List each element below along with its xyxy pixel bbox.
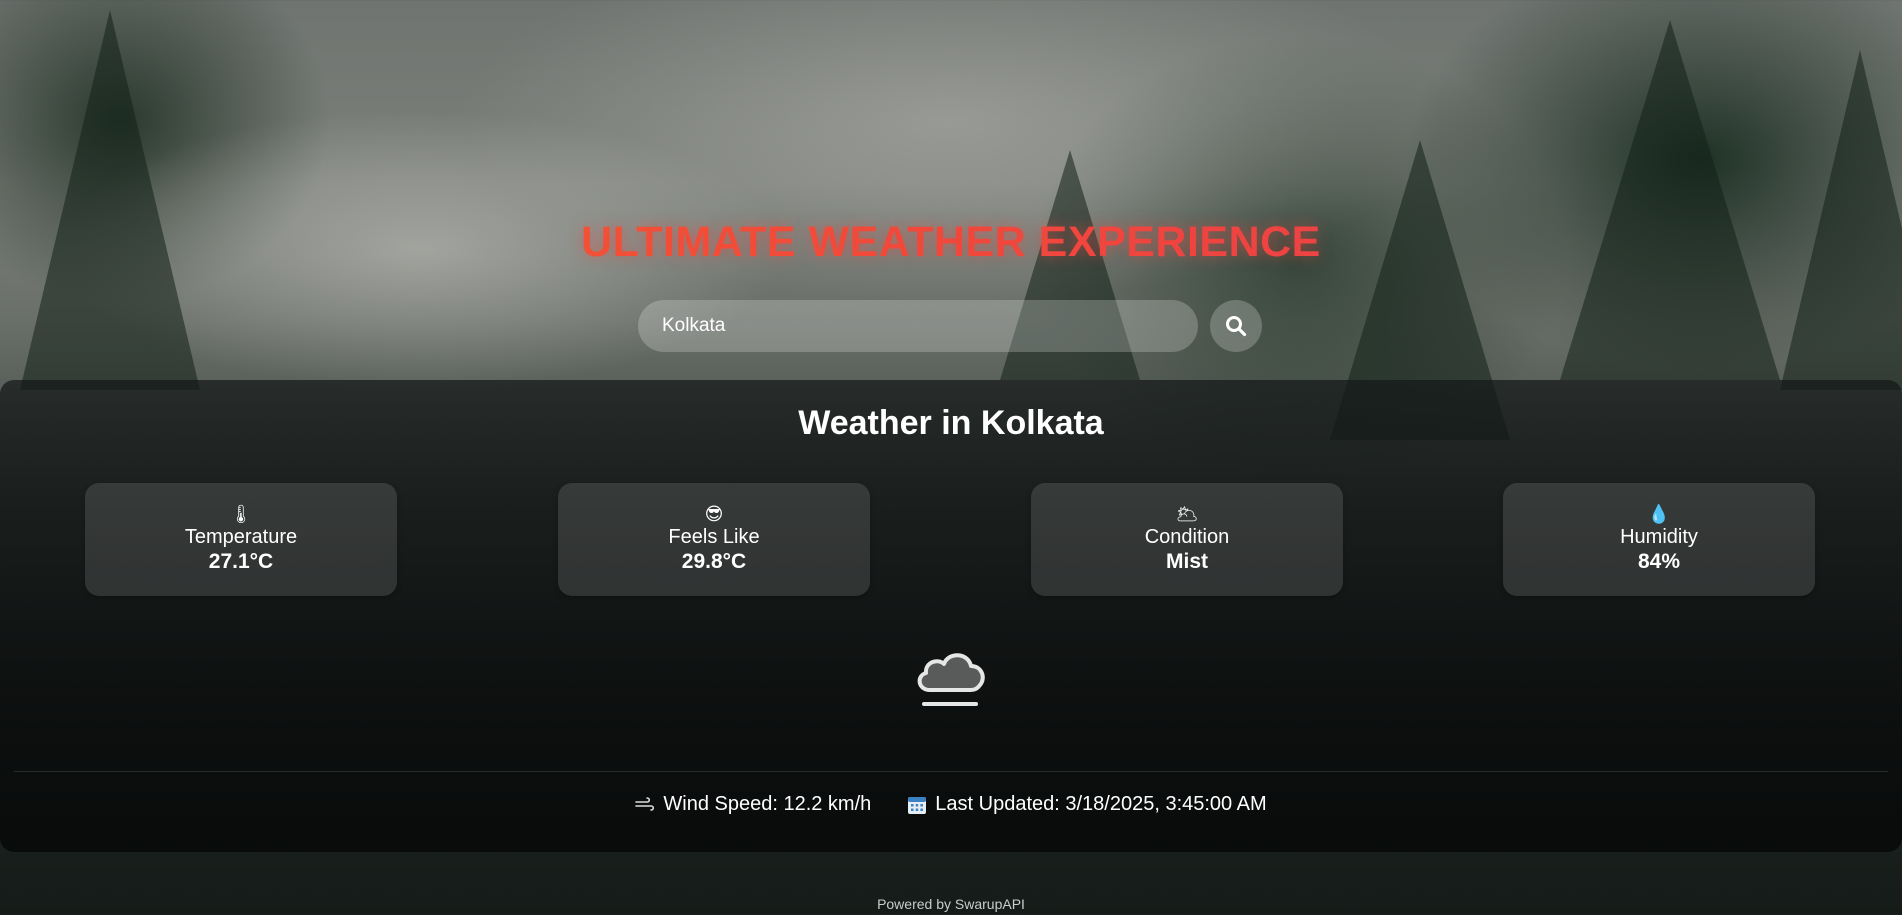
wind-speed-text: Wind Speed: 12.2 km/h xyxy=(663,793,872,815)
weather-title: Weather in Kolkata xyxy=(798,404,1104,442)
wind-speed: Wind Speed: 12.2 km/h xyxy=(635,793,871,816)
weather-panel: Weather in Kolkata 🌡 Temperature 27.1°C … xyxy=(0,380,1902,852)
cloud-sun-icon: 🌥 xyxy=(1175,504,1199,524)
temperature-label: Temperature xyxy=(184,526,298,548)
feels-like-value: 29.8°C xyxy=(681,550,747,573)
humidity-value: 84% xyxy=(1637,550,1681,573)
city-search-input[interactable] xyxy=(638,300,1198,352)
humidity-card: 💧 Humidity 84% xyxy=(1503,483,1815,596)
temperature-card: 🌡 Temperature 27.1°C xyxy=(85,483,397,596)
search-bar xyxy=(638,300,1262,352)
humidity-label: Humidity xyxy=(1620,526,1698,548)
panel-divider xyxy=(14,771,1888,772)
mist-cloud-icon xyxy=(917,653,985,706)
weather-details-row: Wind Speed: 12.2 km/h Last Updated: 3/18… xyxy=(0,793,1902,816)
search-icon xyxy=(1226,316,1247,337)
sunglasses-face-icon: 😎 xyxy=(704,504,724,524)
powered-by-text: Powered by SwarupAPI xyxy=(877,896,1025,912)
background-tree xyxy=(1560,20,1780,380)
wind-icon xyxy=(635,796,655,813)
thermometer-icon: 🌡 xyxy=(229,504,253,524)
condition-label: Condition xyxy=(1144,526,1230,548)
page-title: ULTIMATE WEATHER EXPERIENCE xyxy=(0,218,1902,267)
calendar-icon xyxy=(907,795,927,815)
search-button[interactable] xyxy=(1210,300,1262,352)
last-updated: Last Updated: 3/18/2025, 3:45:00 AM xyxy=(907,793,1267,816)
feels-like-label: Feels Like xyxy=(668,526,760,548)
droplet-icon: 💧 xyxy=(1647,504,1671,524)
feels-like-card: 😎 Feels Like 29.8°C xyxy=(558,483,870,596)
background-tree xyxy=(20,10,200,390)
condition-value: Mist xyxy=(1166,550,1208,573)
temperature-value: 27.1°C xyxy=(208,550,274,573)
condition-card: 🌥 Condition Mist xyxy=(1031,483,1343,596)
last-updated-text: Last Updated: 3/18/2025, 3:45:00 AM xyxy=(935,793,1267,815)
